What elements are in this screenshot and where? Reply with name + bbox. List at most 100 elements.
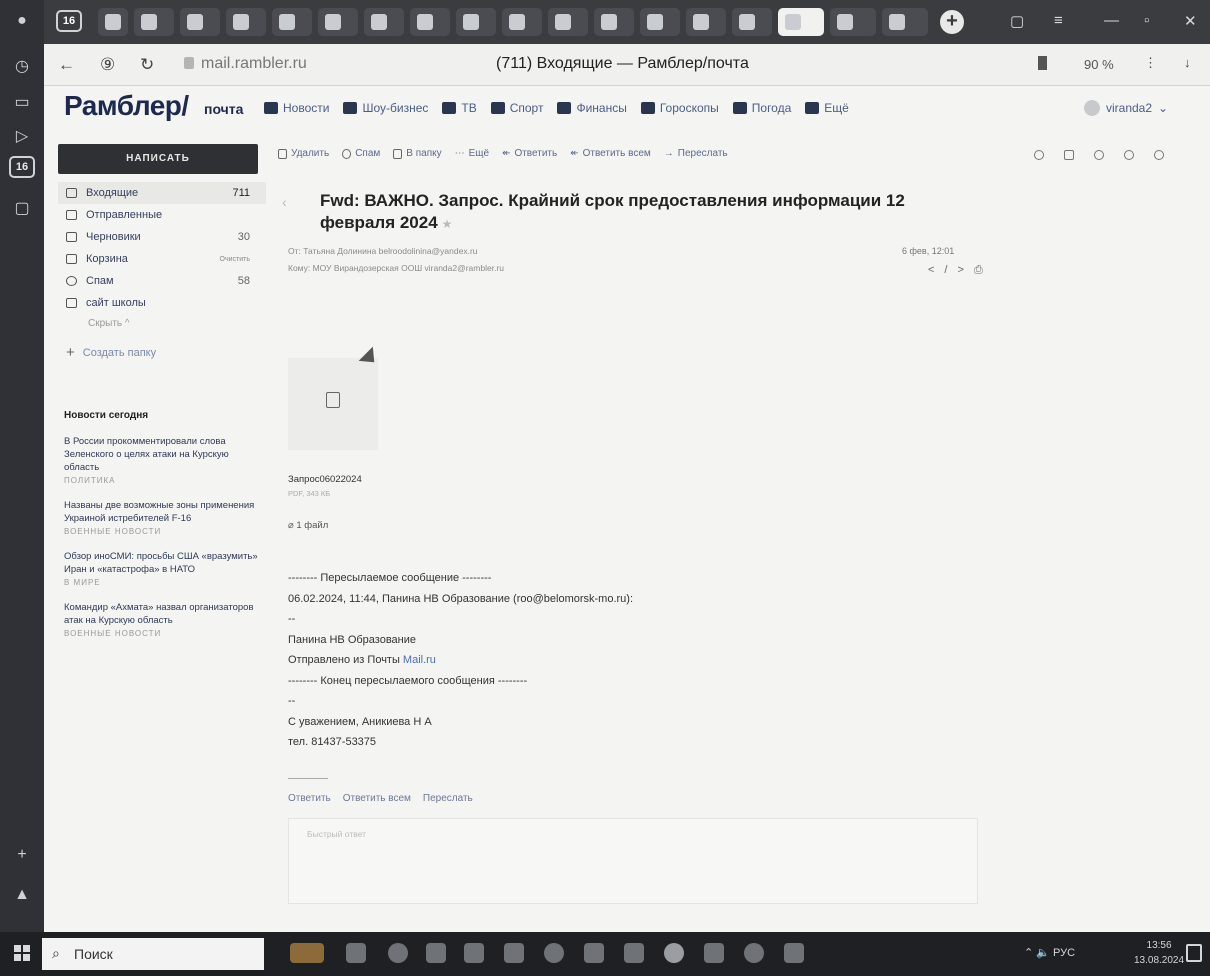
notifications-icon[interactable] (1124, 150, 1134, 160)
folder-drafts[interactable]: Черновики 30 (66, 226, 266, 248)
task-view-icon[interactable] (346, 943, 366, 963)
reply-link[interactable]: Ответить (288, 793, 331, 804)
quick-reply-input[interactable]: Быстрый ответ (288, 818, 978, 904)
tab[interactable] (882, 8, 928, 36)
nav-horoscopes[interactable]: Гороскопы (640, 101, 719, 115)
help-icon[interactable] (1154, 150, 1164, 160)
forward-button[interactable]: → Переслать (664, 148, 728, 159)
news-item[interactable]: В России прокомментировали слова Зеленск… (64, 435, 264, 485)
folder-sent[interactable]: Отправленные (66, 204, 266, 226)
folder-trash[interactable]: Корзина Очистить (66, 248, 266, 270)
app-icon[interactable] (584, 943, 604, 963)
tab[interactable] (410, 8, 450, 36)
news-item[interactable]: Обзор иноСМИ: просьбы США «вразумить» Ир… (64, 550, 264, 587)
tab[interactable] (134, 8, 174, 36)
taskbar-clock[interactable]: 13:56 13.08.2024 (1134, 938, 1184, 968)
yandex-browser-icon[interactable] (664, 943, 684, 963)
back-icon[interactable]: ← (58, 55, 75, 75)
move-to-folder-button[interactable]: В папку (393, 148, 442, 159)
profile-icon[interactable]: ● (7, 6, 37, 36)
tab[interactable] (830, 8, 876, 36)
create-folder-button[interactable]: + Создать папку (66, 344, 266, 361)
folder-inbox[interactable]: Входящие 711 (58, 182, 266, 204)
tab[interactable] (98, 8, 128, 36)
pdf-reader-icon[interactable] (624, 943, 644, 963)
nav-finance[interactable]: Финансы (557, 101, 627, 115)
mail-app-icon[interactable]: ▢ (7, 194, 37, 224)
yandex-icon[interactable]: ⑨ (100, 55, 115, 75)
tab[interactable] (732, 8, 772, 36)
tab-counter[interactable]: 16 (56, 10, 82, 32)
nav-news[interactable]: Новости (264, 101, 329, 115)
edge-icon[interactable] (388, 943, 408, 963)
delete-button[interactable]: Удалить (278, 148, 329, 159)
news-tag[interactable]: ВОЕННЫЕ НОВОСТИ (64, 629, 264, 638)
tab[interactable] (456, 8, 496, 36)
tab[interactable] (226, 8, 266, 36)
add-panel-icon[interactable]: + (7, 840, 37, 870)
email-client-icon[interactable] (744, 943, 764, 963)
user-menu[interactable]: viranda2 ⌄ (1084, 100, 1168, 116)
taskbar-search[interactable]: ⌕ Поиск (42, 938, 264, 970)
new-tab-button[interactable]: + (940, 10, 964, 34)
tab-groups-icon[interactable]: ▢ (1010, 12, 1024, 30)
play-icon[interactable]: ▷ (7, 122, 37, 152)
forward-link[interactable]: Переслать (423, 793, 473, 804)
more-button[interactable]: ⋯ Ещё (455, 148, 489, 159)
attachment-name[interactable]: Запрос06022024 (288, 474, 362, 485)
news-title[interactable]: В России прокомментировали слова Зеленск… (64, 435, 264, 474)
nav-tv[interactable]: ТВ (442, 101, 477, 115)
minimize-icon[interactable]: — (1104, 12, 1119, 29)
calendar-icon[interactable]: 16 (9, 156, 35, 178)
compose-button[interactable]: НАПИСАТЬ (58, 144, 258, 174)
tab[interactable] (502, 8, 542, 36)
reply-all-link[interactable]: Ответить всем (343, 793, 411, 804)
notification-center-icon[interactable] (1186, 944, 1202, 962)
news-title[interactable]: Обзор иноСМИ: просьбы США «вразумить» Ир… (64, 550, 264, 576)
tab[interactable] (686, 8, 726, 36)
nav-showbiz[interactable]: Шоу-бизнес (343, 101, 428, 115)
reply-all-button[interactable]: ↞ Ответить всем (570, 148, 651, 159)
alice-icon[interactable]: ▲ (7, 880, 37, 910)
bookmark-icon[interactable] (1038, 56, 1047, 70)
search-icon[interactable] (1034, 150, 1044, 160)
close-icon[interactable]: ✕ (1184, 12, 1197, 30)
tab[interactable] (640, 8, 680, 36)
restore-icon[interactable]: ▫ (1144, 12, 1149, 29)
mail-icon[interactable] (504, 943, 524, 963)
news-title[interactable]: Названы две возможные зоны применения Ук… (64, 499, 264, 525)
news-item[interactable]: Командир «Ахмата» назвал организаторов а… (64, 601, 264, 638)
calendar-app-icon[interactable] (464, 943, 484, 963)
reply-button[interactable]: ↞ Ответить (502, 148, 557, 159)
print-icon[interactable]: ⎙ (974, 264, 993, 276)
tab[interactable] (594, 8, 634, 36)
source-code-icon[interactable]: </> (928, 264, 974, 276)
history-icon[interactable]: ◷ (7, 52, 37, 82)
folder-school-site[interactable]: сайт школы (66, 292, 266, 314)
app-icon[interactable] (784, 943, 804, 963)
volume-icon[interactable]: 🔈 (1036, 947, 1053, 959)
url-field[interactable]: mail.rambler.ru (201, 55, 307, 73)
yandex-app-icon[interactable] (544, 943, 564, 963)
rambler-logo[interactable]: Рамблер/ (64, 90, 189, 122)
language-indicator[interactable]: РУС (1053, 947, 1075, 959)
tab[interactable] (364, 8, 404, 36)
news-tag[interactable]: В МИРЕ (64, 578, 264, 587)
news-tag[interactable]: ПОЛИТИКА (64, 476, 264, 485)
nav-sport[interactable]: Спорт (490, 101, 543, 115)
menu-icon[interactable]: ≡ (1054, 12, 1063, 29)
folder-spam[interactable]: Спам 58 (66, 270, 266, 292)
news-tag[interactable]: ВОЕННЫЕ НОВОСТИ (64, 527, 264, 536)
tab[interactable] (548, 8, 588, 36)
tab[interactable] (272, 8, 312, 36)
rambler-logo-subtitle[interactable]: почта (204, 101, 243, 117)
news-title[interactable]: Командир «Ахмата» назвал организаторов а… (64, 601, 264, 627)
attachment-count[interactable]: ⌀ 1 файл (288, 520, 328, 531)
reload-icon[interactable]: ↻ (140, 55, 154, 75)
empty-trash-button[interactable]: Очистить (220, 256, 250, 263)
downloads-icon[interactable]: ↓ (1184, 55, 1191, 70)
weather-widget-icon[interactable] (290, 943, 324, 963)
nav-weather[interactable]: Погода (732, 101, 791, 115)
tab-active-rambler-mail[interactable] (778, 8, 824, 36)
back-icon[interactable]: ‹ (282, 194, 287, 210)
